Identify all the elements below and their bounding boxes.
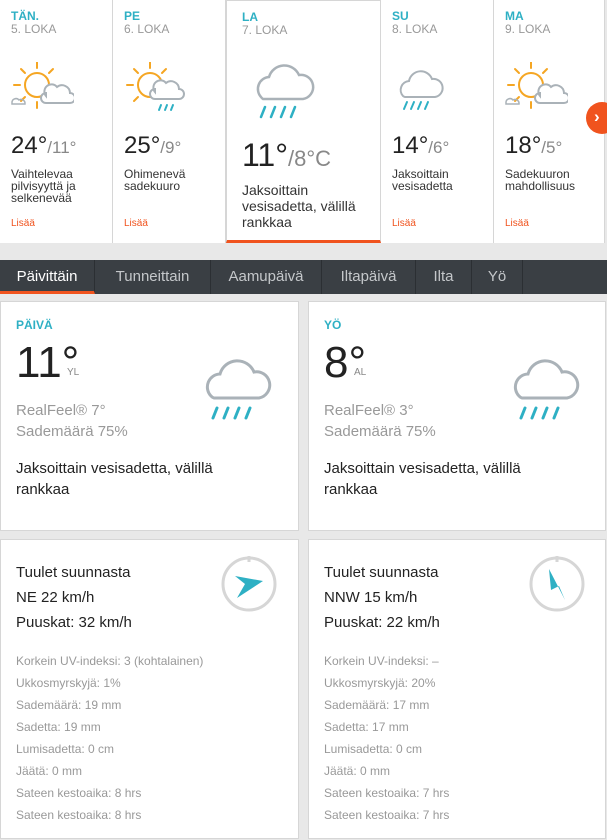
cloud-rain-icon <box>505 354 587 433</box>
panel-description: Jaksoittain vesisadetta, välillä rankkaa <box>16 460 213 498</box>
low-temp: /8°C <box>288 146 332 171</box>
sun-cloud-icon <box>8 61 76 123</box>
sun-cloud-rain-icon <box>121 61 187 123</box>
wind-title: Tuulet suunnasta <box>324 564 439 581</box>
wind-direction-speed: NNW 15 km/h <box>324 589 418 606</box>
high-temp: 18° <box>505 132 542 159</box>
low-temp: /11° <box>47 138 77 157</box>
day-description: Ohimenevä sadekuuro <box>124 167 186 193</box>
day-temperature: 24°/11° <box>11 132 76 160</box>
low-temp: /5° <box>541 138 563 157</box>
day-date: 7. LOKA <box>242 23 288 37</box>
cloud-rain-icon <box>247 57 319 130</box>
high-temp: 14° <box>392 132 429 159</box>
rain: Sadetta: 19 mm <box>16 720 101 734</box>
period-tab-bar: Päivittäin Tunneittain Aamupäivä Iltapäi… <box>0 260 607 294</box>
tab-hourly[interactable]: Tunneittain <box>95 260 211 294</box>
day-description: Jaksoittain vesisadetta <box>392 167 453 193</box>
chevron-right-icon: › <box>594 107 600 126</box>
precipitation: Sademäärä: 19 mm <box>16 698 122 712</box>
day-date: 9. LOKA <box>505 22 551 36</box>
tab-afternoon[interactable]: Iltapäivä <box>322 260 416 294</box>
day-date: 8. LOKA <box>392 22 438 36</box>
wind-direction-speed: NE 22 km/h <box>16 589 95 606</box>
tab-night[interactable]: Yö <box>472 260 523 294</box>
snow: Lumisadetta: 0 cm <box>324 742 423 756</box>
panel-label: PÄIVÄ <box>16 318 53 332</box>
sun-cloud-icon <box>502 61 570 123</box>
temperature-suffix: YL <box>67 367 80 378</box>
rain-duration: Sateen kestoaika: 8 hrs <box>16 808 142 822</box>
day-card-today[interactable]: TÄN. 5. LOKA 24°/11° Vaihtelevaa pilvisy… <box>0 0 113 243</box>
day-description: Vaihtelevaa pilvisyyttä ja selkenevää <box>11 167 76 205</box>
panel-temperature: 11° <box>16 338 80 387</box>
high-temp: 11° <box>242 137 289 173</box>
day-description: Sadekuuron mahdollisuus <box>505 167 576 193</box>
day-date: 6. LOKA <box>124 22 170 36</box>
temperature-suffix: AL <box>354 367 367 378</box>
forecast-day-strip: TÄN. 5. LOKA 24°/11° Vaihtelevaa pilvisy… <box>0 0 605 243</box>
tab-morning[interactable]: Aamupäivä <box>211 260 322 294</box>
rain-duration: Sateen kestoaika: 7 hrs <box>324 786 450 800</box>
high-temp: 25° <box>124 132 161 159</box>
wind-compass-icon <box>527 554 587 619</box>
rain-duration: Sateen kestoaika: 8 hrs <box>16 786 142 800</box>
wind-gusts: Puuskat: 22 km/h <box>324 614 440 631</box>
day-name: MA <box>505 9 524 23</box>
low-temp: /6° <box>428 138 450 157</box>
wind-gusts: Puuskat: 32 km/h <box>16 614 132 631</box>
uv-index: Korkein UV-indeksi: – <box>324 654 439 668</box>
wind-compass-icon <box>219 554 279 619</box>
tab-daily[interactable]: Päivittäin <box>0 260 95 294</box>
day-temperature: 11°/8°C <box>242 137 331 174</box>
realfeel-value: RealFeel® 3° <box>324 402 414 419</box>
panel-extra: RealFeel® 7° Sademäärä 75% <box>16 400 128 442</box>
day-name: SU <box>392 9 409 23</box>
more-link[interactable]: Lisää <box>505 218 529 229</box>
day-card-fri[interactable]: PE 6. LOKA 25°/9° Ohimenevä sadekuuro Li… <box>113 0 226 243</box>
stats-list: Korkein UV-indeksi: – Ukkosmyrskyjä: 20%… <box>324 650 449 826</box>
thunderstorms: Ukkosmyrskyjä: 1% <box>16 676 121 690</box>
stats-list: Korkein UV-indeksi: 3 (kohtalainen) Ukko… <box>16 650 203 826</box>
day-name: TÄN. <box>11 9 39 23</box>
day-name: PE <box>124 9 141 23</box>
thunderstorms: Ukkosmyrskyjä: 20% <box>324 676 436 690</box>
high-temp: 24° <box>11 132 48 159</box>
rain: Sadetta: 17 mm <box>324 720 409 734</box>
precip-probability: Sademäärä 75% <box>16 423 128 440</box>
panel-extra: RealFeel® 3° Sademäärä 75% <box>324 400 436 442</box>
panel-description: Jaksoittain vesisadetta, välillä rankkaa <box>324 460 521 498</box>
more-link[interactable]: Lisää <box>124 218 148 229</box>
day-description: Jaksoittain vesisadetta, välillä rankkaa <box>242 182 356 230</box>
day-date: 5. LOKA <box>11 22 57 36</box>
more-link[interactable]: Lisää <box>11 218 35 229</box>
precip-probability: Sademäärä 75% <box>324 423 436 440</box>
day-card-sun[interactable]: SU 8. LOKA 14°/6° Jaksoittain vesisadett… <box>381 0 494 243</box>
night-wind-panel: Tuulet suunnasta NNW 15 km/h Puuskat: 22… <box>308 539 606 839</box>
realfeel-value: RealFeel® 7° <box>16 402 106 419</box>
ice: Jäätä: 0 mm <box>16 764 83 778</box>
cloud-rain-icon <box>389 62 455 123</box>
more-link[interactable]: Lisää <box>392 218 416 229</box>
tab-evening[interactable]: Ilta <box>416 260 472 294</box>
day-temperature: 25°/9° <box>124 132 181 160</box>
low-temp: /9° <box>160 138 182 157</box>
day-name: LA <box>242 10 258 24</box>
day-temperature: 14°/6° <box>392 132 449 160</box>
ice: Jäätä: 0 mm <box>324 764 391 778</box>
panel-label: YÖ <box>324 318 342 332</box>
snow: Lumisadetta: 0 cm <box>16 742 115 756</box>
uv-index: Korkein UV-indeksi: 3 (kohtalainen) <box>16 654 204 668</box>
night-conditions-panel: YÖ 8° AL RealFeel® 3° Sademäärä 75% Jaks… <box>308 301 606 531</box>
wind-title: Tuulet suunnasta <box>16 564 131 581</box>
day-card-sat-selected[interactable]: LA 7. LOKA 11°/8°C Jaksoittain vesisadet… <box>226 0 381 243</box>
day-wind-panel: Tuulet suunnasta NE 22 km/h Puuskat: 32 … <box>0 539 299 839</box>
day-conditions-panel: PÄIVÄ 11° YL RealFeel® 7° Sademäärä 75% … <box>0 301 299 531</box>
panel-temperature: 8° <box>324 338 367 387</box>
precipitation: Sademäärä: 17 mm <box>324 698 430 712</box>
cloud-rain-icon <box>197 354 279 433</box>
rain-duration: Sateen kestoaika: 7 hrs <box>324 808 450 822</box>
day-temperature: 18°/5° <box>505 132 562 160</box>
